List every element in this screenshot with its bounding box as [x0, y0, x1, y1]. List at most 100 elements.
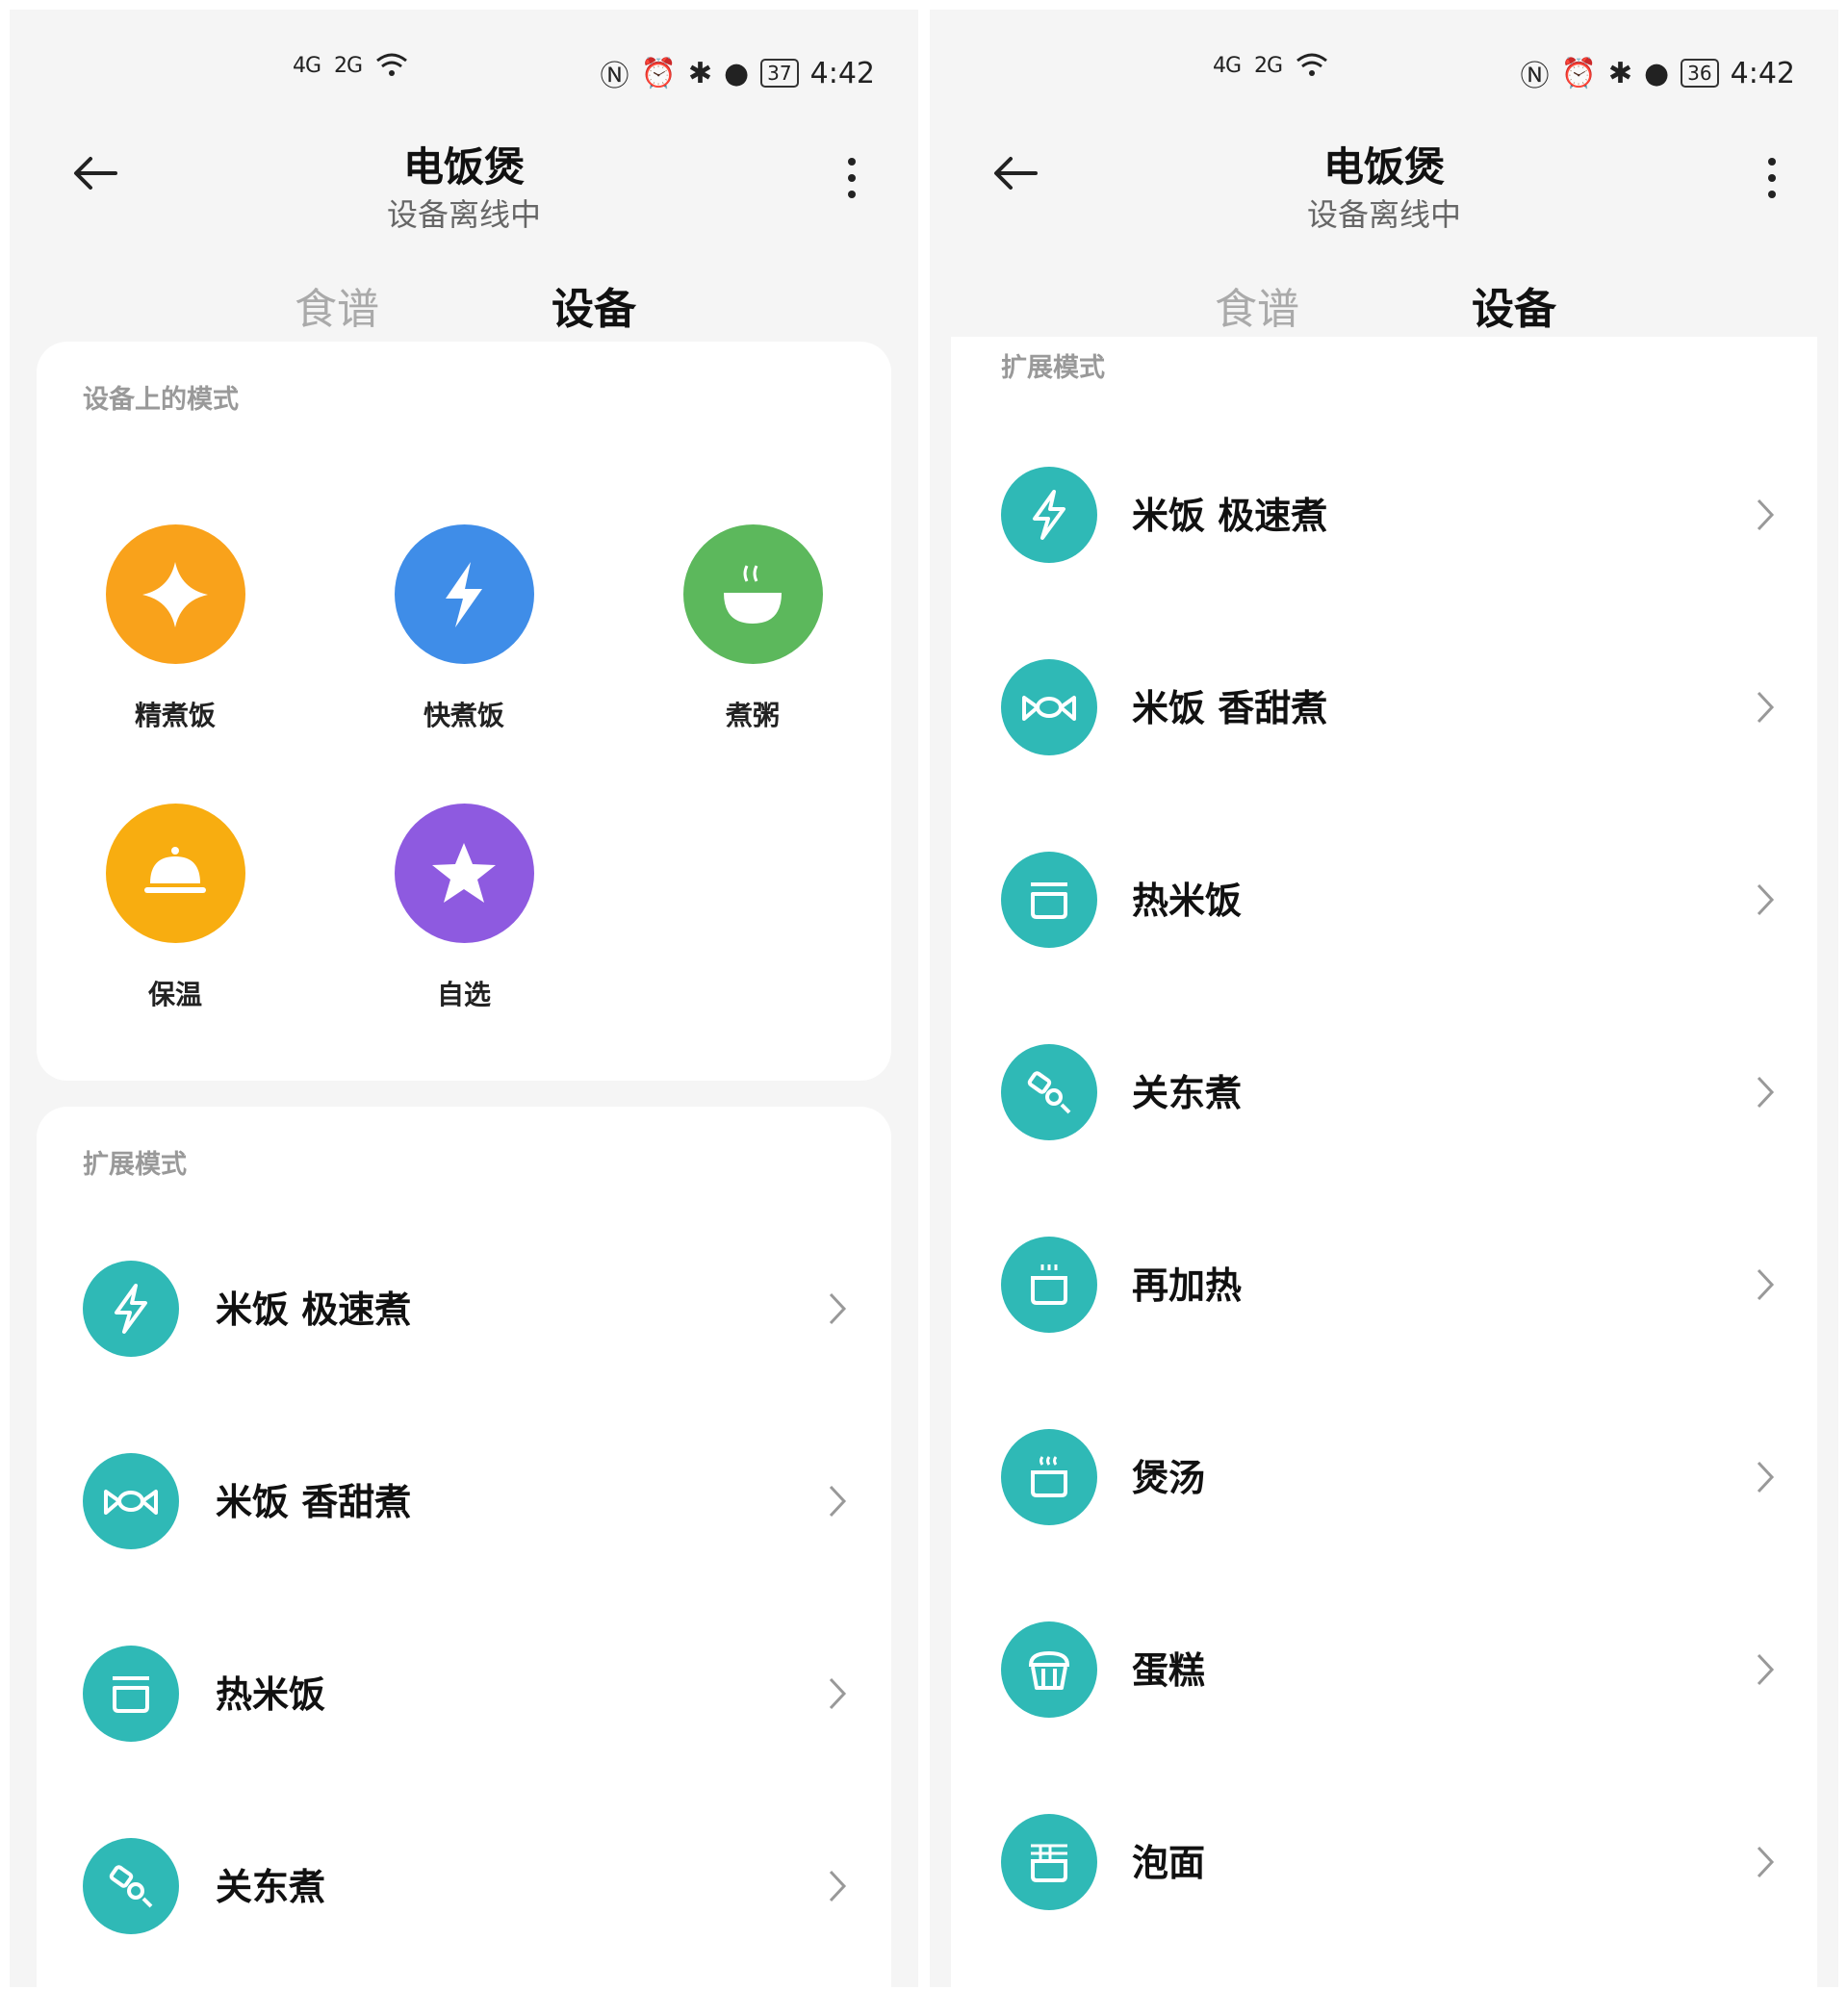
mode-label: 精煮饭 — [134, 700, 216, 731]
mode-label: 保温 — [147, 979, 202, 1010]
phone-screen-left: 4G 2G Ⓝ ⏰ ✱ ● 37 4:42 电饭煲 设备离线中 食谱 设备 设备… — [10, 10, 918, 1987]
mode-item[interactable]: 保温 — [89, 804, 262, 1012]
chevron-right-icon — [829, 1870, 847, 1902]
ext-mode-row[interactable]: 关东煮 — [951, 1034, 1817, 1150]
tab-device[interactable]: 设备 — [552, 274, 636, 336]
chevron-right-icon — [1757, 1653, 1775, 1686]
chevron-right-icon — [829, 1292, 847, 1325]
chevron-right-icon — [1757, 1846, 1775, 1878]
device-modes-card: 设备上的模式 精煮饭 快煮饭 煮粥 保温 自选 — [37, 342, 891, 1081]
star-icon — [394, 804, 534, 943]
chevron-right-icon — [829, 1485, 847, 1518]
ext-mode-label: 再加热 — [1132, 1264, 1243, 1307]
ext-mode-label: 米饭 极速煮 — [216, 1289, 412, 1331]
nfc-icon: Ⓝ — [1520, 60, 1550, 93]
more-menu-icon[interactable] — [837, 154, 866, 202]
mode-label: 自选 — [436, 979, 491, 1010]
ext-mode-label: 煲汤 — [1132, 1457, 1206, 1499]
sparkle-icon — [105, 524, 245, 664]
ext-mode-row[interactable]: 热米饭 — [951, 842, 1817, 957]
ext-mode-row[interactable]: 米饭 香甜煮 — [951, 650, 1817, 765]
ext-mode-row[interactable]: 再加热 — [951, 1227, 1817, 1342]
ext-modes-card: 扩展模式 米饭 极速煮 米饭 香甜煮 热米饭 关东煮 再加热 煲汤 蛋糕 泡面 — [951, 337, 1817, 1987]
skewer-icon — [83, 1838, 179, 1934]
ext-mode-row[interactable]: 关东煮 — [37, 1828, 891, 1944]
ext-mode-label: 热米饭 — [216, 1673, 326, 1716]
pot-icon — [83, 1646, 179, 1742]
ext-mode-label: 米饭 香甜煮 — [1132, 687, 1328, 729]
ext-mode-label: 热米饭 — [1132, 880, 1243, 922]
noodle-icon — [1001, 1814, 1097, 1910]
chevron-right-icon — [829, 1677, 847, 1710]
mode-item[interactable]: 煮粥 — [666, 524, 839, 733]
tab-recipes[interactable]: 食谱 — [295, 274, 379, 336]
tab-recipes[interactable]: 食谱 — [1215, 274, 1299, 336]
chevron-right-icon — [1757, 691, 1775, 724]
tab-device[interactable]: 设备 — [1472, 274, 1556, 336]
chevron-right-icon — [1757, 1268, 1775, 1301]
battery-icon: 37 — [760, 59, 799, 88]
soup-pot-icon — [1001, 1429, 1097, 1525]
section-title: 扩展模式 — [1001, 353, 1105, 383]
chevron-right-icon — [1757, 498, 1775, 531]
signal-1: 4G — [1213, 53, 1242, 78]
ext-modes-card: 扩展模式 米饭 极速煮 米饭 香甜煮 热米饭 关东煮 — [37, 1107, 891, 1987]
mode-item[interactable]: 自选 — [377, 804, 551, 1012]
more-menu-icon[interactable] — [1758, 154, 1786, 202]
mode-label: 煮粥 — [725, 700, 780, 731]
bowl-icon — [682, 524, 823, 664]
lightning-icon — [394, 524, 534, 664]
ext-mode-label: 米饭 极速煮 — [1132, 495, 1328, 537]
ext-mode-label: 蛋糕 — [1132, 1649, 1206, 1692]
section-title: 扩展模式 — [83, 1150, 187, 1180]
ext-mode-label: 米饭 香甜煮 — [216, 1481, 412, 1523]
clock: 4:42 — [1730, 56, 1795, 90]
battery-icon: 36 — [1681, 59, 1719, 88]
ext-mode-row[interactable]: 米饭 香甜煮 — [37, 1443, 891, 1559]
location-icon: ● — [723, 56, 750, 90]
ext-mode-row[interactable]: 米饭 极速煮 — [951, 457, 1817, 573]
signal-1: 4G — [293, 53, 321, 78]
dome-icon — [105, 804, 245, 943]
mode-item[interactable]: 精煮饭 — [89, 524, 262, 733]
pot-icon — [1001, 852, 1097, 948]
steam-pot-icon — [1001, 1237, 1097, 1333]
wifi-icon — [376, 53, 408, 76]
candy-icon — [1001, 659, 1097, 755]
lightning-icon — [83, 1261, 179, 1357]
location-icon: ● — [1643, 56, 1670, 90]
device-status: 设备离线中 — [386, 196, 541, 233]
section-title: 设备上的模式 — [83, 385, 239, 415]
ext-mode-row[interactable]: 泡面 — [951, 1804, 1817, 1920]
alarm-icon: ⏰ — [640, 56, 677, 90]
lightning-icon — [1001, 467, 1097, 563]
wifi-icon — [1296, 53, 1328, 76]
ext-mode-row[interactable]: 米饭 极速煮 — [37, 1251, 891, 1366]
phone-screen-right: 4G 2G Ⓝ ⏰ ✱ ● 36 4:42 电饭煲 设备离线中 食谱 设备 扩展… — [930, 10, 1838, 1987]
nfc-icon: Ⓝ — [600, 60, 629, 93]
ext-mode-label: 关东煮 — [1132, 1072, 1243, 1114]
bluetooth-icon: ✱ — [687, 56, 712, 90]
page-title: 电饭煲 — [1322, 143, 1445, 191]
skewer-icon — [1001, 1044, 1097, 1140]
signal-2: 2G — [1254, 53, 1283, 78]
device-status: 设备离线中 — [1306, 196, 1461, 233]
status-bar: 4G 2G Ⓝ ⏰ ✱ ● 36 4:42 — [930, 44, 1838, 94]
mode-item[interactable]: 快煮饭 — [377, 524, 551, 733]
chevron-right-icon — [1757, 883, 1775, 916]
ext-mode-row[interactable]: 煲汤 — [951, 1419, 1817, 1535]
candy-icon — [83, 1453, 179, 1549]
status-bar: 4G 2G Ⓝ ⏰ ✱ ● 37 4:42 — [10, 44, 918, 94]
alarm-icon: ⏰ — [1560, 56, 1597, 90]
ext-mode-row[interactable]: 热米饭 — [37, 1636, 891, 1751]
page-title: 电饭煲 — [402, 143, 525, 191]
ext-mode-row[interactable]: 蛋糕 — [951, 1612, 1817, 1727]
ext-mode-label: 泡面 — [1132, 1842, 1206, 1884]
chevron-right-icon — [1757, 1076, 1775, 1109]
bluetooth-icon: ✱ — [1607, 56, 1632, 90]
mode-label: 快煮饭 — [423, 700, 504, 731]
chevron-right-icon — [1757, 1461, 1775, 1493]
ext-mode-label: 关东煮 — [216, 1866, 326, 1908]
signal-2: 2G — [334, 53, 363, 78]
clock: 4:42 — [809, 56, 875, 90]
